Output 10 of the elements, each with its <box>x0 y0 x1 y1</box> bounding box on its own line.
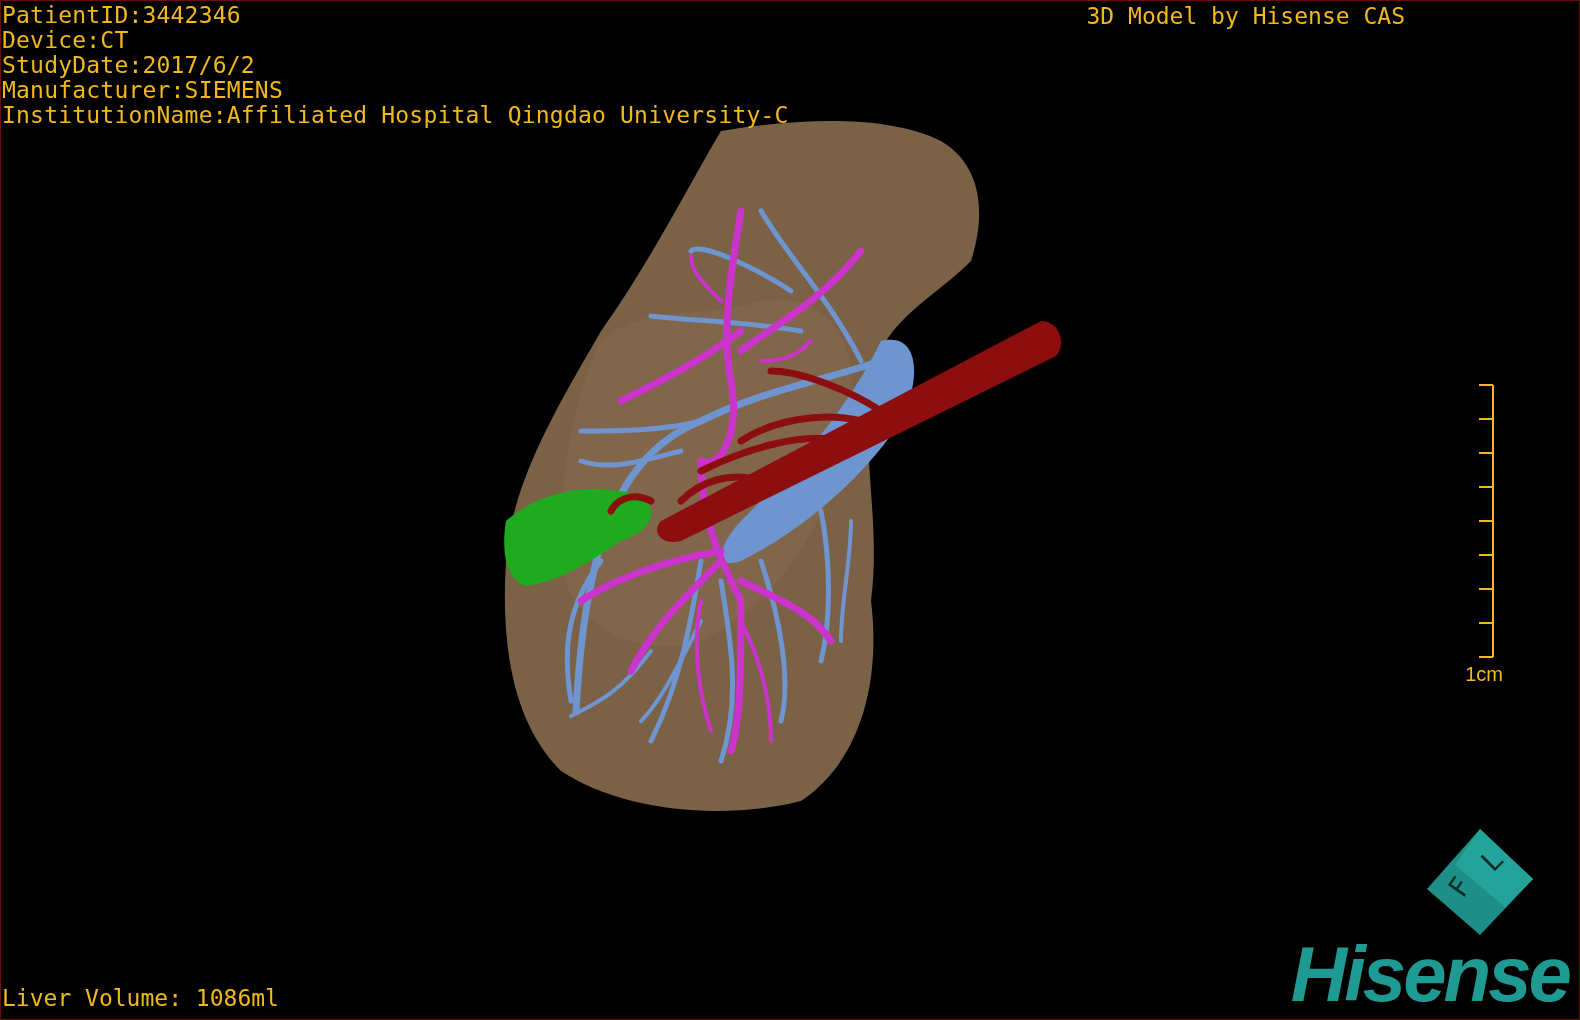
orientation-cube-icon[interactable]: F L <box>1425 827 1535 937</box>
patient-info-text: StudyDate:2017/6/2 <box>2 53 256 78</box>
logo-wordmark: Hisense <box>1290 937 1571 1019</box>
scale-bar-label: 1cm <box>1465 663 1503 685</box>
patient-info-text: Manufacturer:SIEMENS <box>2 78 284 103</box>
liver-volume-text: Liver Volume: 1086ml <box>1 986 280 1013</box>
patient-info-text: PatientID:3442346 <box>2 3 242 28</box>
model-title: 3D Model by Hisense CAS <box>1086 2 1406 31</box>
patient-info-text: InstitutionName:Affiliated Hospital Qingdao University-C <box>2 103 790 128</box>
patient-info-text: Device:CT <box>2 28 130 53</box>
